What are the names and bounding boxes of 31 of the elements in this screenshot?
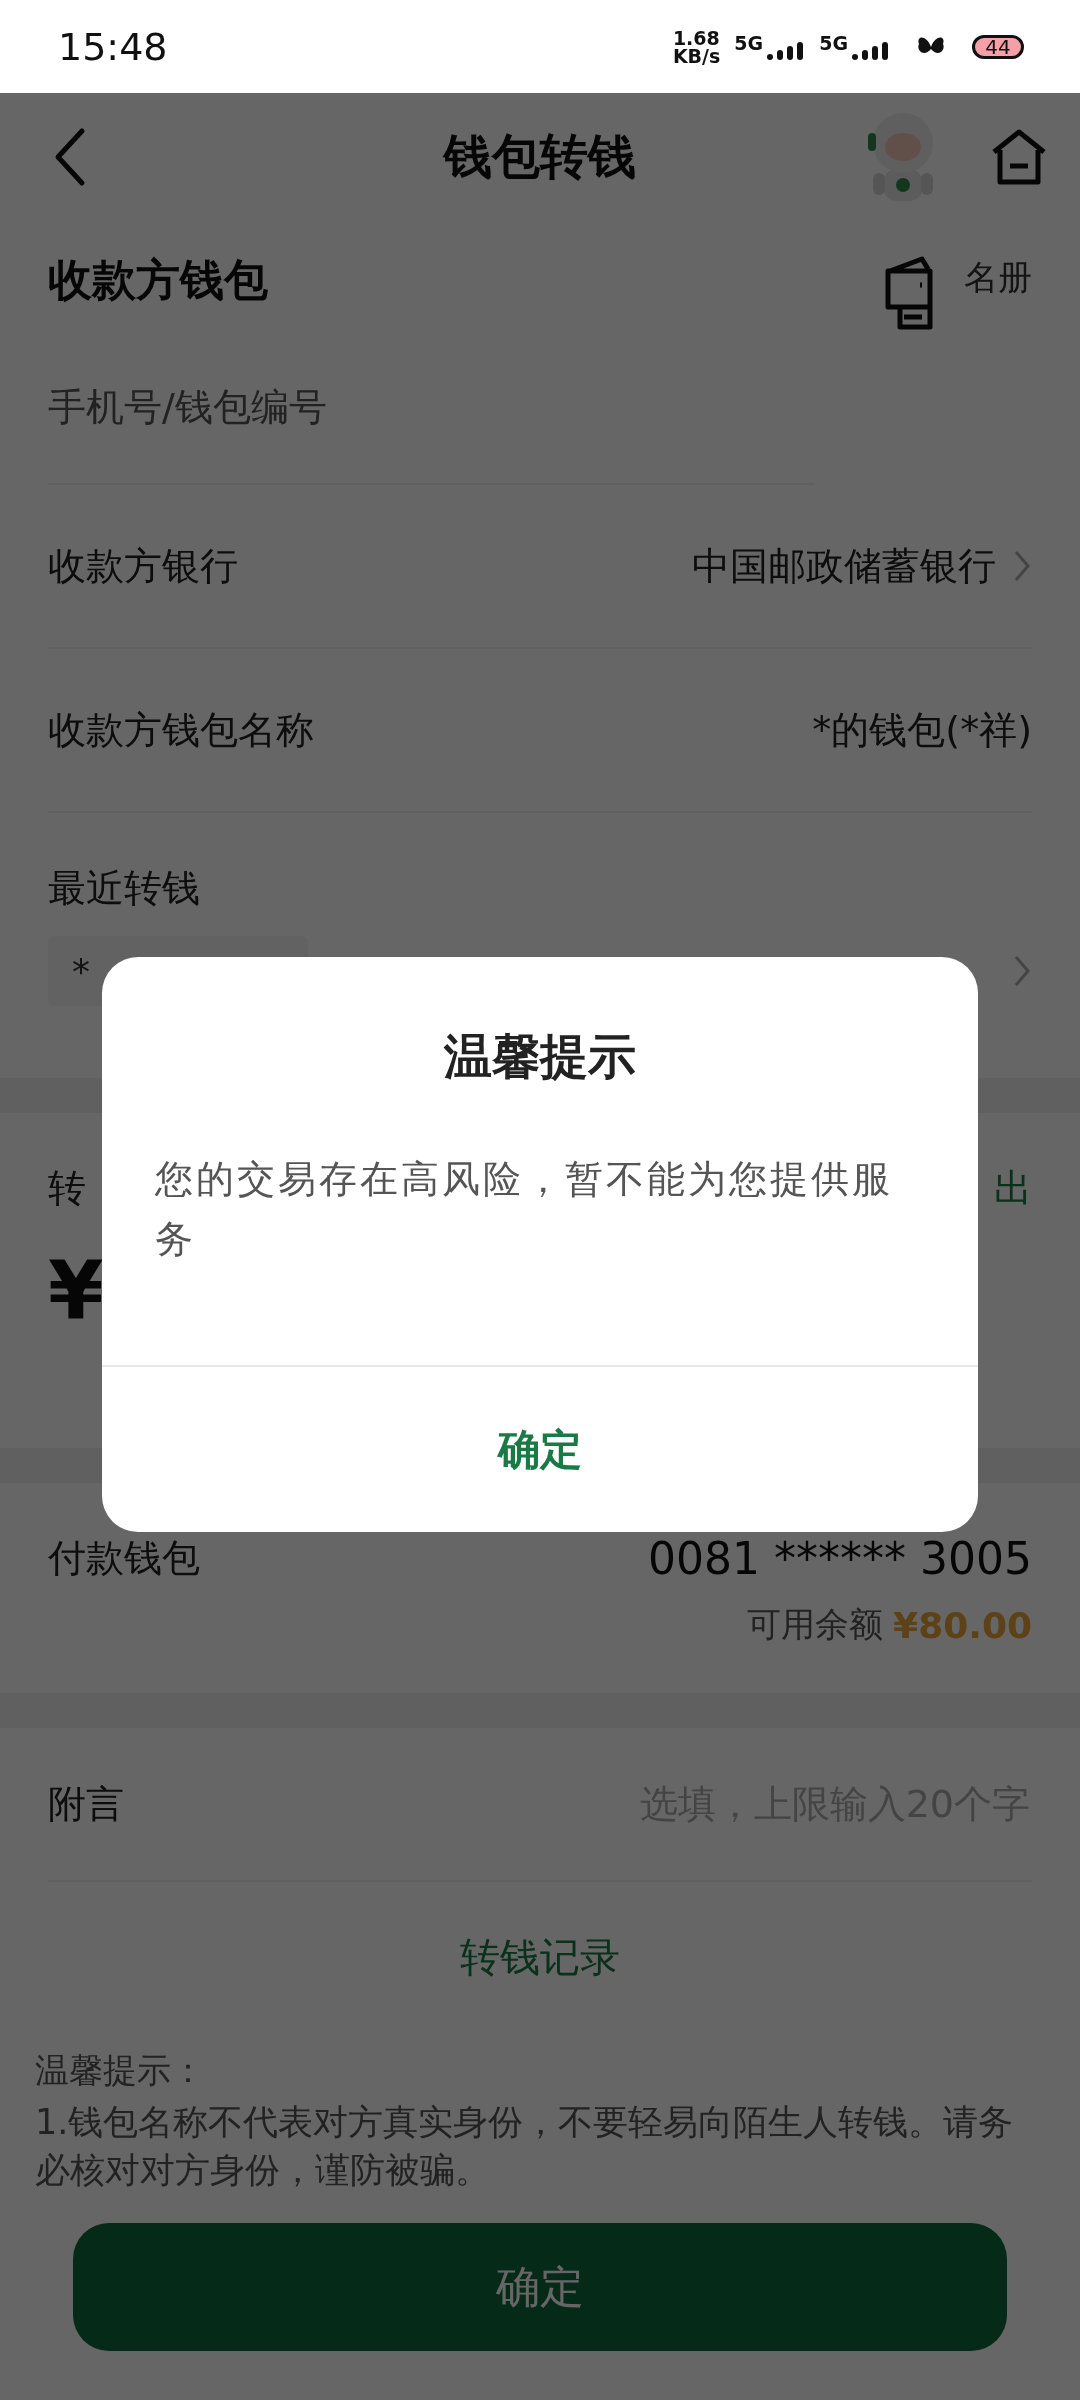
dialog-message: 您的交易存在高风险，暂不能为您提供服务 — [155, 1156, 894, 1263]
field-value[interactable]: 中国邮政储蓄银行 — [692, 540, 996, 592]
field-value: *的钱包(*祥) — [812, 706, 1032, 754]
balance-label: 可用余额 — [747, 1603, 884, 1646]
confirm-button[interactable]: 确定 — [73, 2223, 1007, 2351]
tips-title: 温馨提示： — [35, 2049, 206, 2092]
amount-label: 转 — [48, 1165, 86, 1212]
signal-icon — [850, 39, 890, 62]
tips-text: 1.钱包名称不代表对方真实身份，不要轻易向陌生人转钱。请务必核对对方身份，谨防被骗。 — [35, 2101, 1015, 2192]
section-title: 收款方钱包 — [48, 252, 268, 307]
status-time: 15:48 — [58, 24, 168, 69]
network-speed: 1.68 KB/s — [672, 28, 721, 65]
field-label: 收款方钱包名称 — [48, 706, 314, 754]
field-label: 付款钱包 — [48, 1535, 200, 1582]
dialog-title: 温馨提示 — [444, 1027, 636, 1086]
account-field[interactable]: 手机号/钱包编号 — [48, 340, 815, 485]
field-label: 收款方银行 — [48, 542, 238, 590]
section-label: 最近转钱 — [48, 865, 201, 912]
field-label: 附言 — [48, 1780, 124, 1828]
dialog-confirm-button[interactable]: 确定 — [102, 1365, 978, 1532]
transfer-out-link[interactable]: 出 — [994, 1163, 1032, 1214]
signal-icon — [765, 39, 806, 62]
network-type: 5G — [734, 31, 764, 54]
balance-amount: ¥80.00 — [893, 1604, 1032, 1646]
battery-icon: 44 — [972, 34, 1024, 59]
records-link[interactable]: 转钱记录 — [460, 1929, 620, 1985]
network-type: 5G — [819, 31, 848, 54]
page-title: 钱包转钱 — [444, 126, 636, 186]
currency-symbol: ¥ — [48, 1244, 105, 1337]
contacts-link[interactable]: 名册 — [964, 255, 1032, 301]
account-number: 0081 ****** 3005 — [648, 1533, 1032, 1584]
